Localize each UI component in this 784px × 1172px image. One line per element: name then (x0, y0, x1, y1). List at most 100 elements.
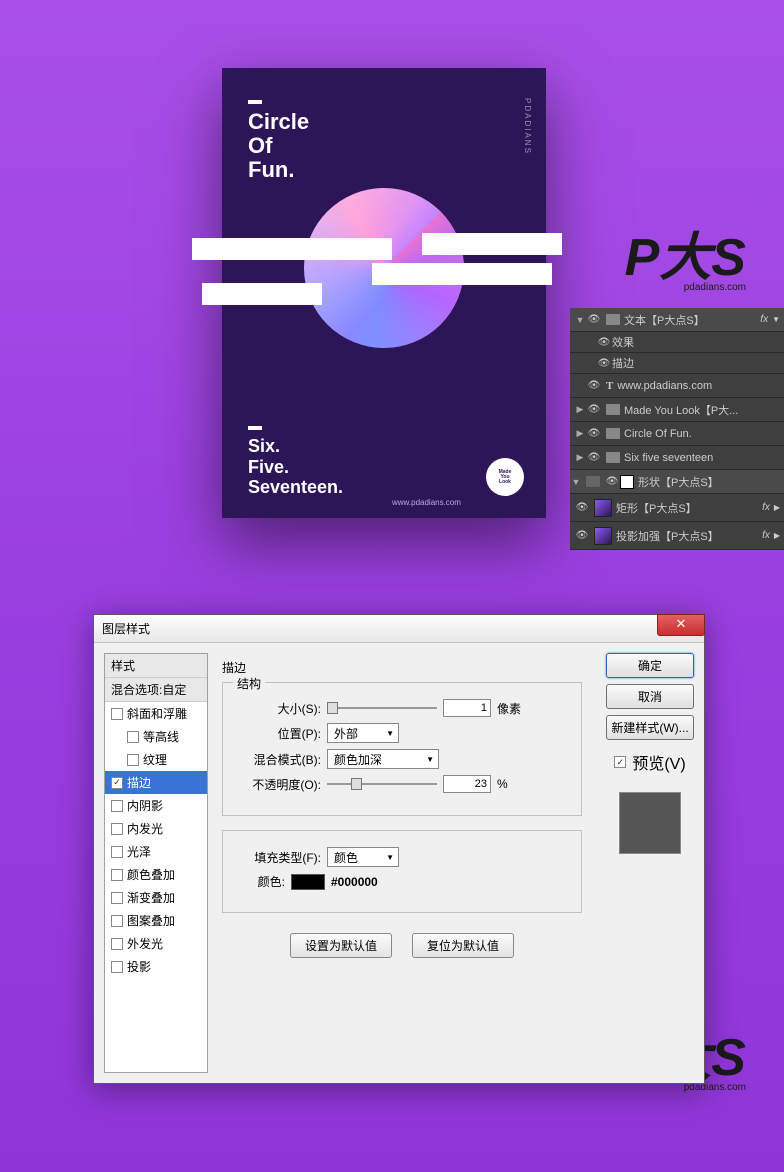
folder-icon (606, 404, 620, 415)
checkbox[interactable] (111, 800, 123, 812)
fill-type-dropdown[interactable]: 颜色 (327, 847, 399, 867)
new-style-button[interactable]: 新建样式(W)... (606, 715, 694, 740)
fx-badge[interactable]: fx (762, 530, 770, 541)
opacity-input[interactable] (443, 775, 491, 793)
title-bar-accent (248, 100, 262, 104)
position-label: 位置(P): (235, 725, 321, 742)
size-label: 大小(S): (235, 700, 321, 717)
close-button[interactable]: ✕ (657, 614, 705, 636)
styles-list: 样式 混合选项:自定 斜面和浮雕 等高线 纹理 ✓描边 内阴影 内发光 光泽 颜… (104, 653, 208, 1073)
mask-thumb[interactable] (620, 475, 634, 489)
visibility-icon[interactable]: 👁 (586, 452, 602, 463)
poster-title: Circle Of Fun. (248, 110, 309, 183)
checkbox[interactable] (111, 961, 123, 973)
layer-group-shape[interactable]: ▼ 👁 形状【P大点S】 (570, 470, 784, 494)
visibility-icon[interactable]: 👁 (574, 502, 590, 513)
visibility-icon[interactable]: 👁 (586, 404, 602, 415)
visibility-icon[interactable]: 👁 (596, 337, 612, 348)
fx-badge[interactable]: fx (762, 502, 770, 513)
folder-icon (606, 452, 620, 463)
position-dropdown[interactable]: 外部 (327, 723, 399, 743)
folder-icon (586, 476, 600, 487)
style-texture[interactable]: 纹理 (105, 748, 207, 771)
dialog-titlebar[interactable]: 图层样式 ✕ (94, 615, 704, 643)
fill-type-label: 填充类型(F): (235, 849, 321, 866)
checkbox[interactable] (111, 869, 123, 881)
twirl-icon[interactable]: ▼ (570, 477, 582, 487)
color-label: 颜色: (235, 873, 285, 890)
styles-header: 样式 (105, 654, 207, 678)
layer-thumb (594, 527, 612, 545)
size-slider[interactable] (327, 700, 437, 716)
white-stripe (372, 263, 552, 285)
layer-effect-row[interactable]: 👁 效果 (570, 332, 784, 353)
style-outer-glow[interactable]: 外发光 (105, 932, 207, 955)
twirl-icon[interactable]: ▶ (574, 404, 586, 415)
layer-rect[interactable]: 👁 矩形【P大点S】 fx ▶ (570, 494, 784, 522)
fx-twirl-icon[interactable]: ▼ (772, 315, 780, 324)
preview-swatch (619, 792, 681, 854)
checkbox[interactable] (111, 938, 123, 950)
layer-group-text[interactable]: ▼ 👁 文本【P大点S】 fx ▼ (570, 308, 784, 332)
checkbox[interactable] (111, 823, 123, 835)
layer-group[interactable]: ▶ 👁 Made You Look【P大... (570, 398, 784, 422)
style-stroke[interactable]: ✓描边 (105, 771, 207, 794)
opacity-slider[interactable] (327, 776, 437, 792)
poster-badge: Made You Look (486, 458, 524, 496)
color-swatch[interactable] (291, 874, 325, 890)
visibility-icon[interactable]: 👁 (586, 314, 602, 325)
visibility-icon[interactable]: 👁 (586, 380, 602, 391)
checkbox[interactable] (127, 731, 139, 743)
fx-twirl-icon[interactable]: ▶ (774, 531, 780, 540)
style-pattern-overlay[interactable]: 图案叠加 (105, 909, 207, 932)
folder-icon (606, 314, 620, 325)
checkbox[interactable]: ✓ (111, 777, 123, 789)
visibility-icon[interactable]: 👁 (574, 530, 590, 541)
style-drop-shadow[interactable]: 投影 (105, 955, 207, 978)
layer-group[interactable]: ▶ 👁 Six five seventeen (570, 446, 784, 470)
style-satin[interactable]: 光泽 (105, 840, 207, 863)
style-bevel[interactable]: 斜面和浮雕 (105, 702, 207, 725)
checkbox[interactable] (111, 915, 123, 927)
fx-twirl-icon[interactable]: ▶ (774, 503, 780, 512)
opacity-label: 不透明度(O): (235, 776, 321, 793)
white-stripe (422, 233, 562, 255)
layer-shadow[interactable]: 👁 投影加强【P大点S】 fx ▶ (570, 522, 784, 550)
cancel-button[interactable]: 取消 (606, 684, 694, 709)
layer-text[interactable]: 👁 T www.pdadians.com (570, 374, 784, 398)
layer-effect-stroke[interactable]: 👁 描边 (570, 353, 784, 374)
stroke-settings: 描边 结构 大小(S): 像素 位置(P): 外部 混合模式(B): 颜色加深 (208, 653, 596, 1073)
fx-badge[interactable]: fx (760, 314, 768, 325)
reset-default-button[interactable]: 复位为默认值 (412, 933, 514, 958)
layer-thumb (594, 499, 612, 517)
white-stripe (202, 283, 322, 305)
text-layer-icon: T (606, 380, 613, 392)
blend-mode-dropdown[interactable]: 颜色加深 (327, 749, 439, 769)
preview-label: 预览(V) (632, 750, 685, 774)
visibility-icon[interactable]: 👁 (596, 358, 612, 369)
checkbox[interactable] (111, 708, 123, 720)
style-inner-shadow[interactable]: 内阴影 (105, 794, 207, 817)
checkbox[interactable] (127, 754, 139, 766)
visibility-icon[interactable]: 👁 (604, 476, 620, 487)
style-inner-glow[interactable]: 内发光 (105, 817, 207, 840)
layer-group[interactable]: ▶ 👁 Circle Of Fun. (570, 422, 784, 446)
blending-options-row[interactable]: 混合选项:自定 (105, 678, 207, 702)
poster-side-text: PDADIANS (523, 98, 532, 155)
visibility-icon[interactable]: 👁 (586, 428, 602, 439)
watermark-logo: P大S pdadians.com (625, 215, 746, 293)
twirl-icon[interactable]: ▶ (574, 452, 586, 463)
subtitle-bar-accent (248, 426, 262, 430)
style-gradient-overlay[interactable]: 渐变叠加 (105, 886, 207, 909)
make-default-button[interactable]: 设置为默认值 (290, 933, 392, 958)
folder-icon (606, 428, 620, 439)
style-contour[interactable]: 等高线 (105, 725, 207, 748)
twirl-icon[interactable]: ▼ (574, 315, 586, 325)
twirl-icon[interactable]: ▶ (574, 428, 586, 439)
size-input[interactable] (443, 699, 491, 717)
preview-checkbox[interactable]: ✓ (614, 756, 626, 768)
checkbox[interactable] (111, 846, 123, 858)
checkbox[interactable] (111, 892, 123, 904)
ok-button[interactable]: 确定 (606, 653, 694, 678)
style-color-overlay[interactable]: 颜色叠加 (105, 863, 207, 886)
